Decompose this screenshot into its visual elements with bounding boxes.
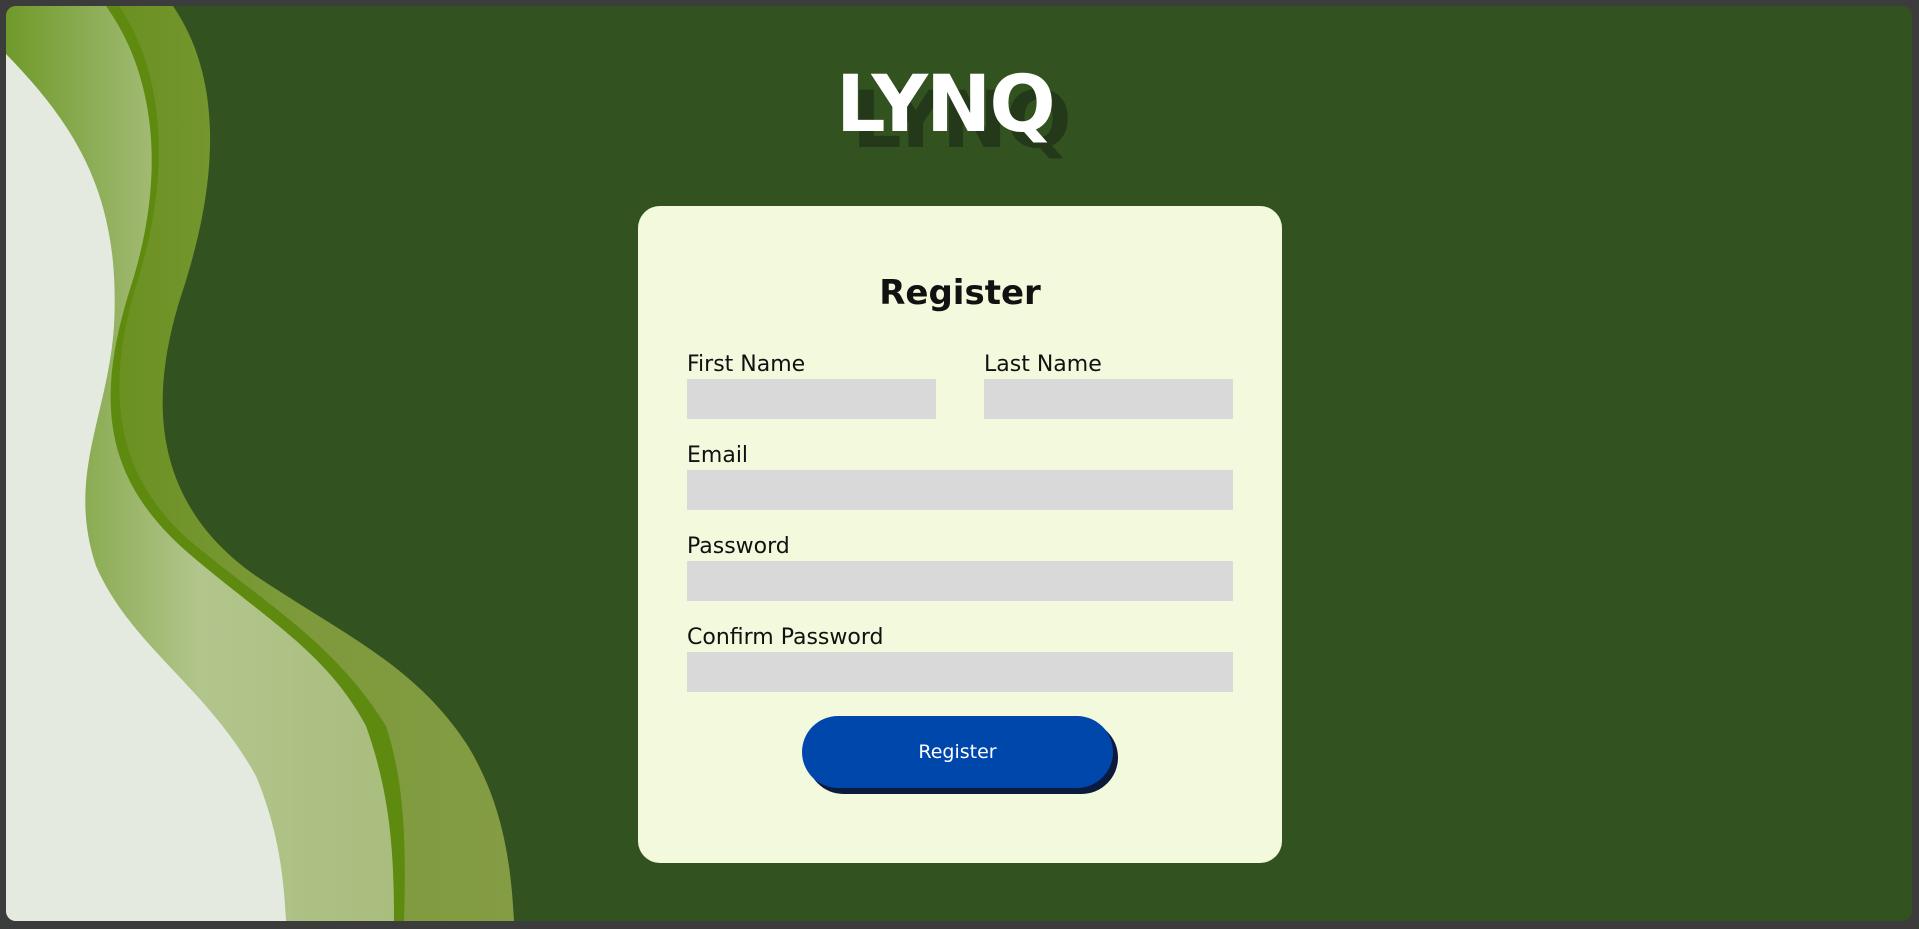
email-group: Email xyxy=(687,443,1233,510)
register-button-wrap: Register xyxy=(802,716,1118,794)
first-name-group: First Name xyxy=(687,352,936,419)
decorative-waves xyxy=(6,6,514,921)
confirm-password-group: Confirm Password xyxy=(687,625,1233,692)
form-title: Register xyxy=(879,273,1041,313)
email-label: Email xyxy=(687,443,749,468)
password-input[interactable] xyxy=(687,561,1233,601)
app-window: LYNQ LYNQ Register First Name Last Name … xyxy=(6,6,1912,921)
register-card: Register First Name Last Name Email Pass… xyxy=(638,206,1282,863)
first-name-label: First Name xyxy=(687,352,806,377)
first-name-input[interactable] xyxy=(687,379,936,419)
password-label: Password xyxy=(687,534,790,559)
logo-text: LYNQ xyxy=(836,60,1056,150)
confirm-password-label: Confirm Password xyxy=(687,625,884,650)
register-button[interactable]: Register xyxy=(802,716,1113,788)
last-name-label: Last Name xyxy=(984,352,1102,377)
email-input[interactable] xyxy=(687,470,1233,510)
last-name-input[interactable] xyxy=(984,379,1233,419)
brand-logo: LYNQ LYNQ xyxy=(836,66,1126,186)
password-group: Password xyxy=(687,534,1233,601)
confirm-password-input[interactable] xyxy=(687,652,1233,692)
name-row: First Name Last Name xyxy=(687,352,1233,443)
last-name-group: Last Name xyxy=(984,352,1233,419)
